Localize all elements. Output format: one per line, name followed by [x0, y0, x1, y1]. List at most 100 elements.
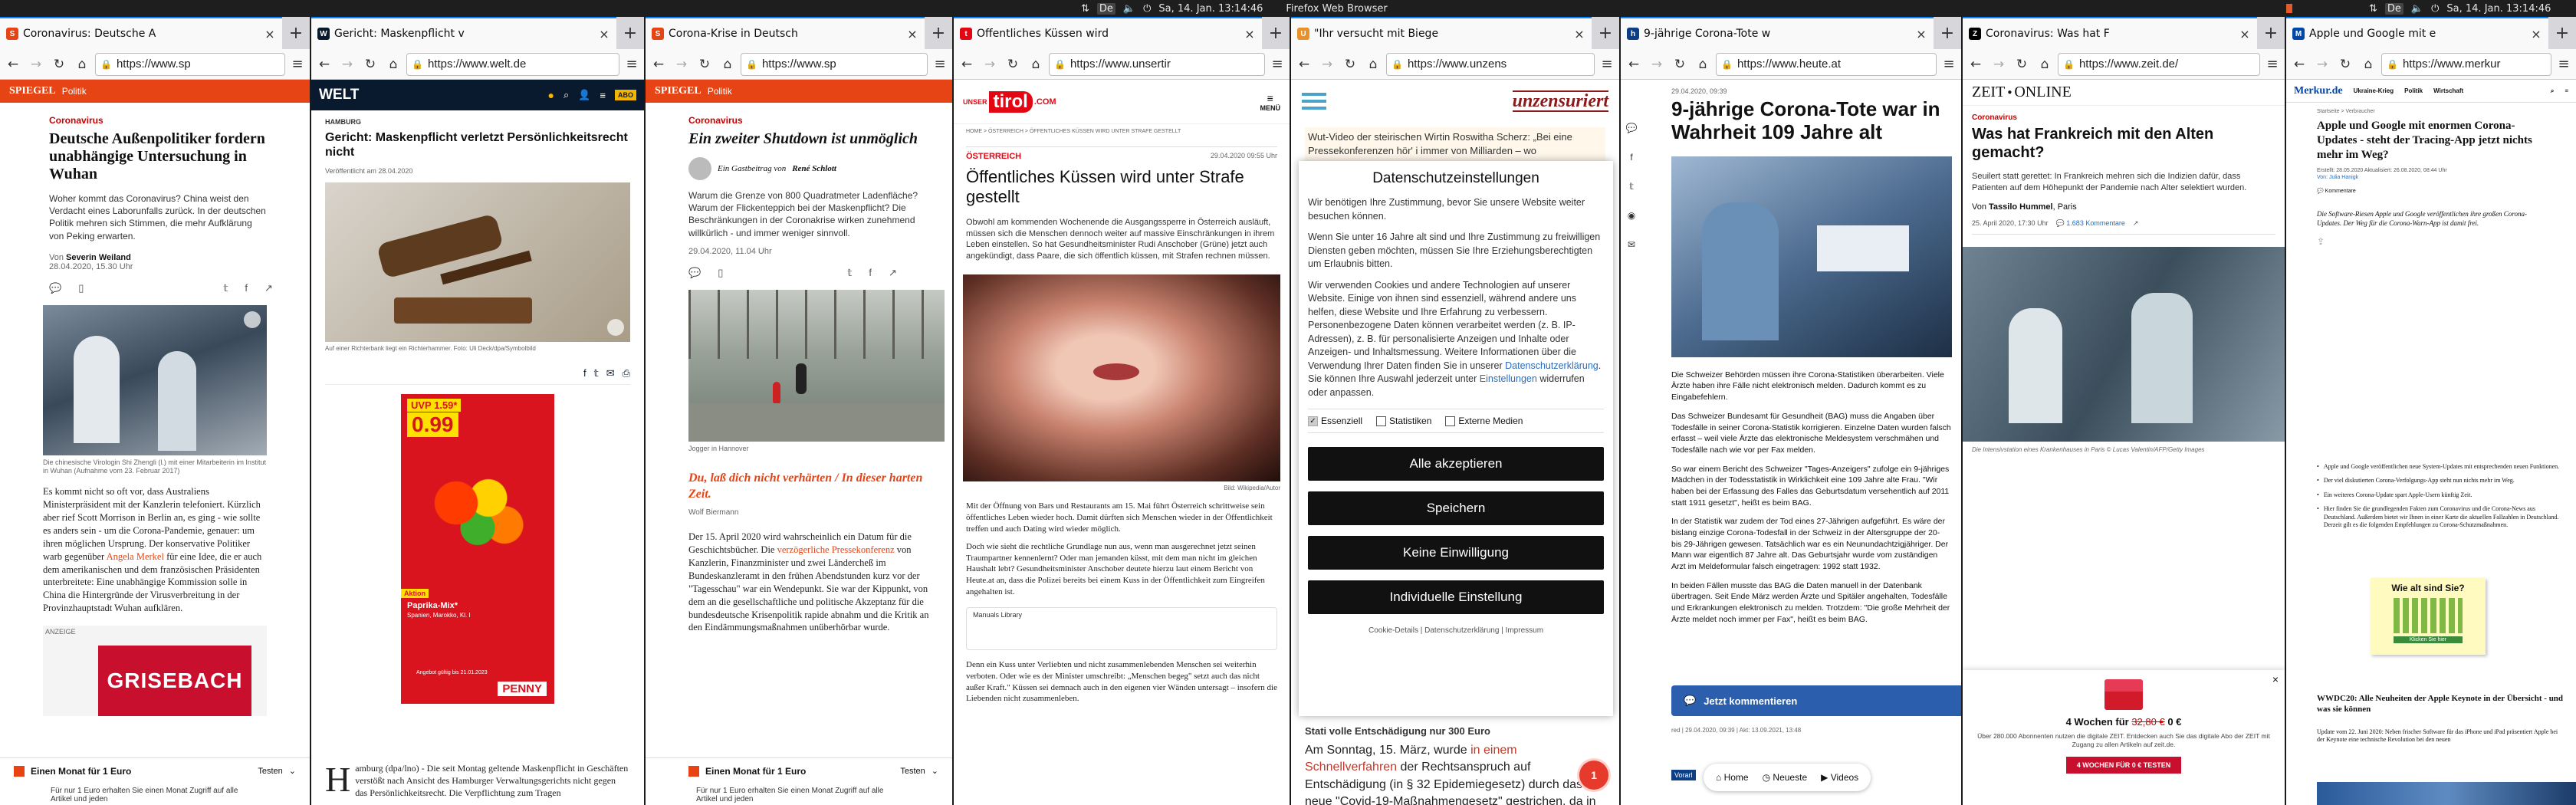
reload-button[interactable]: ↻ — [360, 54, 380, 74]
url-bar[interactable]: 🔒 https://www.welt.de — [406, 52, 619, 76]
new-tab-button[interactable]: + — [282, 17, 310, 49]
email-icon[interactable]: ✉ — [1628, 239, 1635, 250]
back-button[interactable]: ← — [3, 54, 23, 74]
individual-settings-button[interactable]: Individuelle Einstellung — [1308, 580, 1604, 614]
new-tab-button[interactable]: + — [925, 17, 952, 49]
hamburger-menu-icon[interactable] — [1302, 89, 1326, 113]
comment-icon[interactable]: 💬 — [688, 267, 701, 279]
article-hero-image[interactable] — [43, 304, 267, 455]
article-category[interactable]: ÖSTERREICH — [966, 152, 1021, 161]
back-button[interactable]: ← — [1624, 54, 1644, 74]
comment-icon[interactable]: 💬 — [1626, 123, 1638, 133]
forward-button[interactable]: → — [1647, 54, 1667, 74]
url-bar[interactable]: 🔒 https://www.unzens — [1386, 52, 1595, 76]
twitter-icon[interactable]: 𝕥 — [1629, 181, 1634, 192]
url-text[interactable]: https://www.sp — [117, 58, 280, 71]
promo-test-button[interactable]: Testen — [258, 767, 282, 776]
abo-badge[interactable]: ABO — [615, 90, 636, 100]
hamburger-menu-button[interactable]: ≡ — [623, 56, 641, 72]
keyboard-layout-indicator[interactable]: De — [2384, 2, 2404, 15]
network-icon[interactable]: ⇅ — [1081, 3, 1089, 15]
reload-button[interactable]: ↻ — [1340, 54, 1360, 74]
search-icon[interactable]: ⌕ — [2551, 87, 2554, 95]
forward-button[interactable]: → — [980, 54, 1000, 74]
back-button[interactable]: ← — [2289, 54, 2309, 74]
manuals-library-ad[interactable]: Manuals Library — [966, 606, 1277, 650]
twitter-icon[interactable]: 𝕥 — [594, 367, 599, 380]
article-hero-image[interactable] — [325, 182, 630, 343]
article-hero-image[interactable] — [1963, 246, 2285, 442]
tab-active[interactable]: h 9-jährige Corona-Tote w × — [1621, 17, 1934, 49]
close-tab-icon[interactable]: × — [2239, 27, 2251, 41]
share-icon[interactable]: ↗ — [264, 282, 273, 294]
hamburger-menu-button[interactable]: ≡ — [1940, 56, 1958, 72]
grisebach-ad[interactable]: GRISEBACH — [98, 646, 251, 717]
close-tab-icon[interactable]: × — [264, 27, 276, 41]
twitter-icon[interactable]: 𝕥 — [847, 267, 852, 279]
nav-wirtschaft[interactable]: Wirtschaft — [2433, 87, 2463, 94]
comments-link[interactable]: 💬 1.683 Kommentare — [2056, 219, 2125, 228]
home-button[interactable]: ⌂ — [718, 54, 738, 74]
new-tab-button[interactable]: + — [1262, 17, 1290, 49]
penny-ad[interactable]: UVP 1.59* 0.99 Aktion Paprika-Mix* Spani… — [401, 394, 554, 705]
close-icon[interactable]: × — [2272, 673, 2279, 685]
keyboard-layout-indicator[interactable]: De — [1096, 2, 1116, 15]
url-bar[interactable]: 🔒 https://www.heute.at — [1716, 52, 1937, 76]
spiegel-logo[interactable]: SPIEGEL — [655, 85, 702, 97]
new-tab-button[interactable]: + — [2257, 17, 2285, 49]
power-icon[interactable]: ⏻ — [2431, 3, 2439, 15]
facebook-icon[interactable]: f — [583, 367, 586, 380]
new-tab-button[interactable]: + — [1592, 17, 1619, 49]
angela-merkel-link[interactable]: Angela Merkel — [107, 551, 164, 562]
volume-icon[interactable]: 🔈 — [2411, 3, 2423, 15]
email-icon[interactable]: ✉ — [606, 367, 615, 380]
lock-icon[interactable]: 🔒 — [1054, 59, 1066, 70]
back-button[interactable]: ← — [314, 54, 334, 74]
home-button[interactable]: ⌂ — [1026, 54, 1046, 74]
home-button[interactable]: ⌂ — [383, 54, 403, 74]
network-icon[interactable]: ⇅ — [2369, 3, 2377, 15]
home-button[interactable]: ⌂ — [1363, 54, 1383, 74]
notification-bell-button[interactable]: 1 — [1579, 761, 1608, 790]
forward-button[interactable]: → — [337, 54, 357, 74]
notification-bell-icon[interactable]: ● — [547, 89, 554, 101]
new-tab-button[interactable]: + — [2548, 17, 2576, 49]
hamburger-menu-button[interactable]: ≡ — [2263, 56, 2282, 72]
author-name[interactable]: Severin Weiland — [66, 253, 131, 262]
close-tab-icon[interactable]: × — [1573, 27, 1585, 41]
close-tab-icon[interactable]: × — [598, 27, 610, 41]
tab-active[interactable]: S Coronavirus: Deutsche A × — [0, 17, 282, 49]
url-text[interactable]: https://www.sp — [762, 58, 922, 71]
no-consent-button[interactable]: Keine Einwilligung — [1308, 536, 1604, 570]
expand-image-icon[interactable] — [244, 310, 261, 328]
chevron-down-icon[interactable]: ⌄ — [932, 766, 938, 776]
menu-icon[interactable]: ≡ — [2564, 87, 2568, 94]
bookmark-icon[interactable]: ▯ — [718, 267, 723, 279]
lock-icon[interactable]: 🔒 — [1721, 59, 1733, 70]
nav-ukraine[interactable]: Ukraine-Krieg — [2354, 87, 2394, 94]
lock-icon[interactable]: 🔒 — [746, 59, 757, 70]
article-hero-image[interactable] — [688, 289, 945, 442]
tab-active[interactable]: t Öffentliches Küssen wird × — [954, 17, 1262, 49]
settings-link[interactable]: Einstellungen — [1480, 373, 1537, 384]
comment-icon[interactable]: 💬 — [49, 282, 61, 294]
hamburger-menu-button[interactable]: ≡ — [2555, 56, 2573, 72]
nav-politik[interactable]: Politik — [2404, 87, 2423, 94]
close-tab-icon[interactable]: × — [1244, 27, 1256, 41]
user-icon[interactable]: 👤 — [578, 89, 590, 101]
privacy-policy-link[interactable]: Datenschutzerklärung — [1505, 360, 1598, 371]
whatsapp-icon[interactable]: ◉ — [1628, 210, 1635, 221]
back-button[interactable]: ← — [957, 54, 977, 74]
essential-checkbox[interactable]: ✓ Essenziell — [1308, 416, 1362, 426]
reload-button[interactable]: ↻ — [1670, 54, 1690, 74]
lock-icon[interactable]: 🔒 — [412, 59, 423, 70]
clock[interactable]: Sa, 14. Jan. 13:14:46 — [1158, 3, 1263, 15]
region-chip[interactable]: Vorarl — [1671, 770, 1696, 780]
hamburger-menu-button[interactable]: ≡ — [931, 56, 949, 72]
url-bar[interactable]: 🔒 https://www.merkur — [2381, 52, 2551, 76]
breadcrumb[interactable]: Startseite > Verbraucher — [2317, 109, 2545, 114]
home-button[interactable]: ⌂ — [72, 54, 92, 74]
tab-active[interactable]: U "Ihr versucht mit Biege × — [1291, 17, 1592, 49]
close-tab-icon[interactable]: × — [906, 27, 918, 41]
share-icon[interactable]: ⇪ — [2317, 236, 2545, 247]
